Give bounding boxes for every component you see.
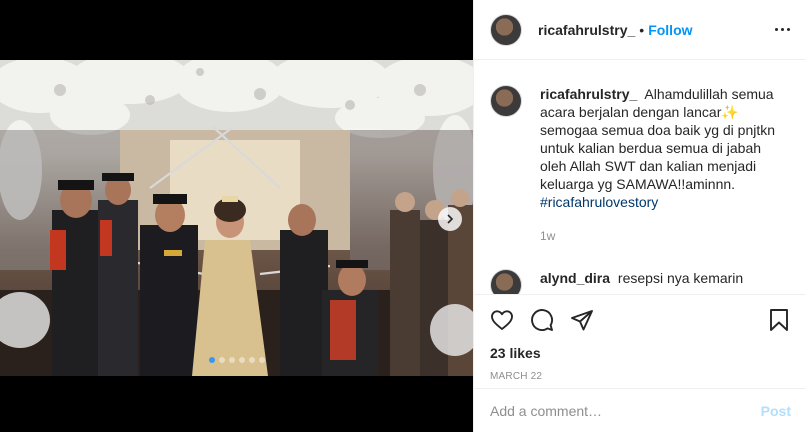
add-comment-bar: Post xyxy=(474,388,806,432)
sparkles-emoji: ✨ xyxy=(721,104,739,120)
comments-section: ricafahrulstry_ Alhamdulillah semua acar… xyxy=(474,61,806,294)
carousel-dot xyxy=(208,357,215,363)
post-media xyxy=(0,0,473,432)
more-options-icon[interactable] xyxy=(775,22,790,37)
post-photo xyxy=(0,60,473,376)
carousel-dot xyxy=(258,357,265,363)
wedding-photo-illustration xyxy=(0,60,473,376)
heart-icon[interactable] xyxy=(490,308,514,332)
carousel-dot xyxy=(228,357,235,363)
author-avatar[interactable] xyxy=(490,13,522,46)
follow-button[interactable]: Follow xyxy=(648,22,692,38)
likes-count[interactable]: 23 likes xyxy=(490,345,791,361)
post-actions: 23 likes MARCH 22 xyxy=(474,294,806,382)
carousel-dot xyxy=(218,357,225,363)
bookmark-icon[interactable] xyxy=(767,308,791,332)
comment-input[interactable] xyxy=(490,402,761,419)
post-header: ricafahrulstry_ • Follow xyxy=(474,0,806,60)
caption-text-continued: semogaa semua doa baik yg di pnjtkn untu… xyxy=(540,122,776,192)
comment-body: alynd_dira resepsi nya kemarin xyxy=(540,269,791,294)
commenter-avatar[interactable] xyxy=(490,269,522,294)
share-icon[interactable] xyxy=(570,308,594,332)
carousel-indicator xyxy=(0,357,473,363)
author-username[interactable]: ricafahrulstry_ xyxy=(538,22,635,38)
post-caption: ricafahrulstry_ Alhamdulillah semua acar… xyxy=(490,77,791,245)
hashtag-link[interactable]: #ricafahrulovestory xyxy=(540,194,658,210)
caption-timestamp[interactable]: 1w xyxy=(540,227,791,245)
caption-body: ricafahrulstry_ Alhamdulillah semua acar… xyxy=(540,77,791,245)
separator-dot: • xyxy=(639,21,645,38)
action-icons-row xyxy=(490,295,791,345)
post-details-panel: ricafahrulstry_ • Follow ricafahrulstry_… xyxy=(473,0,806,432)
carousel-dot xyxy=(248,357,255,363)
caption-username[interactable]: ricafahrulstry_ xyxy=(540,86,637,102)
commenter-username[interactable]: alynd_dira xyxy=(540,270,610,286)
post-date[interactable]: MARCH 22 xyxy=(490,371,791,382)
caption-avatar[interactable] xyxy=(490,85,522,117)
post-comment-button[interactable]: Post xyxy=(761,403,791,419)
comment-item: alynd_dira resepsi nya kemarin xyxy=(490,269,791,294)
comment-icon[interactable] xyxy=(530,308,554,332)
comment-text: resepsi nya kemarin xyxy=(617,270,744,286)
chevron-right-icon xyxy=(447,214,454,224)
carousel-dot xyxy=(238,357,245,363)
carousel-next-button[interactable] xyxy=(438,207,462,231)
